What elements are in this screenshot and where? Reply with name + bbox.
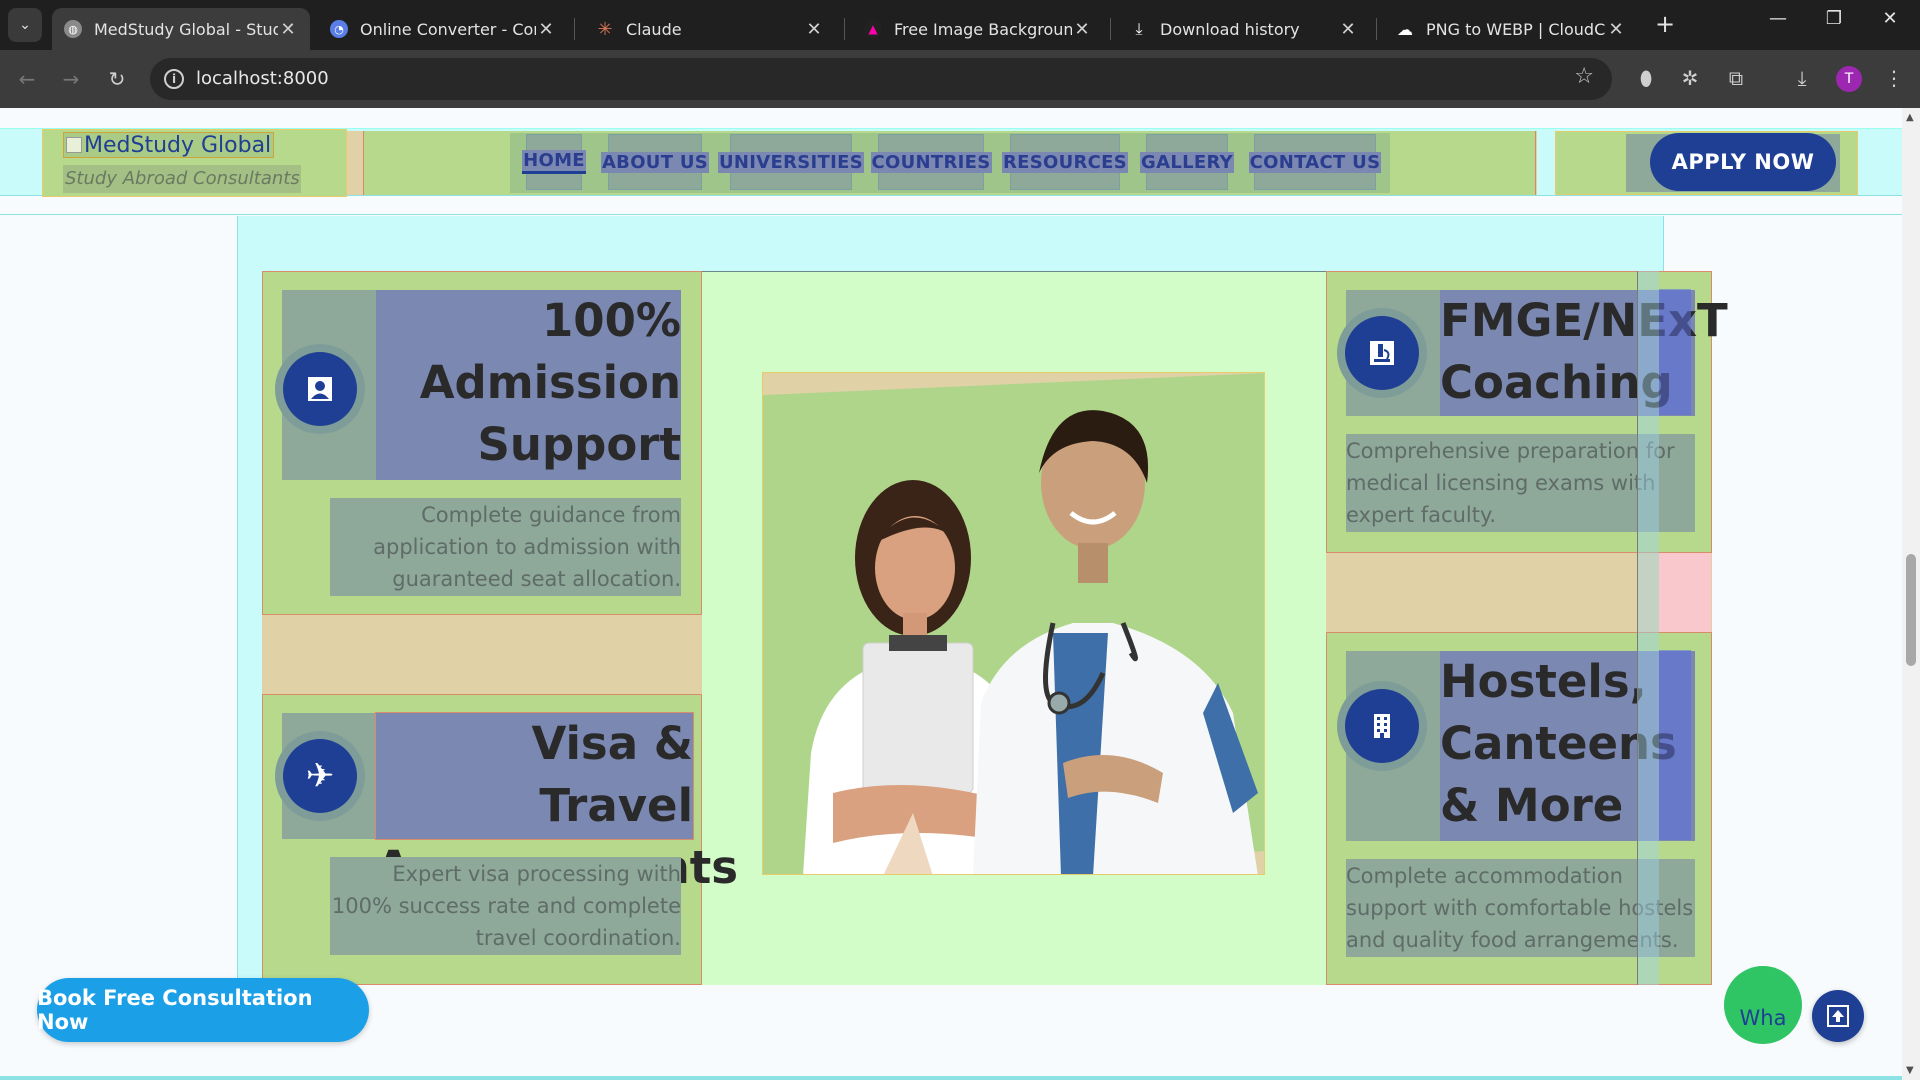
scrollbar-thumb[interactable] — [1906, 554, 1916, 666]
address-bar[interactable]: i localhost:8000 ☆ — [150, 58, 1612, 100]
tab-separator — [1376, 18, 1377, 40]
browser-tab-medstudy[interactable]: ◍ MedStudy Global - Study M ✕ — [52, 8, 310, 50]
new-tab-icon[interactable]: + — [1650, 10, 1680, 38]
download-icon: ⤓ — [1135, 19, 1143, 38]
browser-tab-bar: ⌄ ◍ MedStudy Global - Study M ✕ ◔ Online… — [0, 0, 1920, 50]
feature-title: 100% Admission Support — [376, 290, 681, 480]
nav-resources[interactable]: RESOURCES — [1001, 134, 1129, 190]
plane-icon: ✈ — [283, 739, 357, 813]
logo-alt-text: MedStudy Global — [84, 132, 272, 158]
downloads-icon[interactable]: ⤓ — [1788, 66, 1816, 90]
cloud-icon: ☁ — [1397, 19, 1413, 39]
browser-tab-claude[interactable]: ✳ Claude ✕ — [584, 8, 836, 50]
nav-universities[interactable]: UNIVERSITIES — [718, 134, 864, 190]
extension-puzzle-alt-icon[interactable]: ✲ — [1676, 66, 1704, 90]
tab-search-button[interactable]: ⌄ — [8, 8, 42, 42]
tab-title: Online Converter - Convert — [360, 19, 536, 39]
browser-tab-converter[interactable]: ◔ Online Converter - Convert ✕ — [318, 8, 568, 50]
tab-title: PNG to WEBP | CloudConv — [1426, 19, 1606, 39]
doctors-illustration — [763, 373, 1264, 874]
feature-card-visa: ✈ Visa & Travel Arrangements Expert visa… — [262, 694, 738, 985]
building-icon — [1345, 689, 1419, 763]
forward-icon[interactable]: → — [56, 64, 86, 94]
apply-now-button[interactable]: APPLY NOW — [1650, 133, 1836, 191]
whatsapp-button[interactable]: Wha — [1724, 966, 1802, 1044]
overflow-highlight-pink — [1659, 553, 1711, 632]
close-tab-icon[interactable]: ✕ — [536, 19, 556, 40]
tab-separator — [1110, 18, 1111, 40]
close-window-icon[interactable]: ✕ — [1870, 8, 1910, 29]
tab-title: Download history — [1160, 19, 1300, 39]
tab-separator — [574, 18, 575, 40]
logo-link[interactable]: MedStudy Global — [63, 132, 275, 158]
nav-gallery[interactable]: GALLERY — [1140, 134, 1234, 190]
tagline: Study Abroad Consultants — [63, 165, 301, 193]
feature-description: Expert visa processing with 100% success… — [330, 857, 681, 955]
nav-about-us[interactable]: ABOUT US — [600, 134, 710, 190]
browser-menu-icon[interactable]: ⋮ — [1880, 66, 1908, 90]
close-tab-icon[interactable]: ✕ — [1072, 19, 1092, 40]
whatsapp-alt-text: Wha — [1739, 1006, 1787, 1030]
site-header: MedStudy Global Study Abroad Consultants… — [0, 128, 1902, 197]
feature-title: Visa & Travel Arrangements — [375, 712, 738, 894]
feature-description: Complete guidance from application to ad… — [330, 498, 681, 596]
triangle-favicon-icon: ▲ — [864, 20, 882, 38]
converter-favicon-icon: ◔ — [330, 20, 348, 38]
close-tab-icon[interactable]: ✕ — [804, 19, 824, 40]
students-photo — [762, 372, 1265, 875]
nav-home[interactable]: HOME — [522, 134, 586, 190]
browser-tab-download-history[interactable]: ⤓ Download history ✕ — [1118, 8, 1370, 50]
nav-contact-us[interactable]: CONTACT US — [1248, 134, 1382, 190]
globe-icon: ◍ — [64, 20, 82, 38]
profile-avatar[interactable]: T — [1836, 66, 1862, 92]
back-to-top-button[interactable] — [1812, 990, 1864, 1042]
arrow-up-icon — [1827, 1005, 1849, 1027]
tab-separator — [844, 18, 845, 40]
extension-icon[interactable]: ⬮ — [1632, 66, 1660, 90]
overflow-highlight-blue — [1659, 289, 1691, 415]
scroll-down-icon[interactable]: ▼ — [1906, 1065, 1914, 1076]
page-bottom-border — [0, 1076, 1902, 1080]
minimize-icon[interactable]: — — [1758, 8, 1798, 29]
close-tab-icon[interactable]: ✕ — [1338, 19, 1358, 40]
icon-ring — [1337, 681, 1427, 771]
overflow-highlight-blue — [1659, 650, 1691, 840]
reload-icon[interactable]: ↻ — [102, 64, 132, 94]
icon-ring — [275, 344, 365, 434]
url-text: localhost:8000 — [196, 68, 329, 89]
page-scrollbar[interactable]: ▲ ▼ — [1902, 108, 1920, 1080]
section-divider — [0, 214, 1902, 215]
back-icon[interactable]: ← — [12, 64, 42, 94]
icon-ring: ✈ — [275, 731, 365, 821]
close-tab-icon[interactable]: ✕ — [278, 19, 298, 40]
broken-image-icon — [66, 137, 82, 153]
logo-area: MedStudy Global Study Abroad Consultants — [42, 129, 347, 197]
browser-tab-cloudconvert[interactable]: ☁ PNG to WEBP | CloudConv ✕ — [1384, 8, 1638, 50]
overflow-highlight — [1637, 271, 1659, 985]
extensions-icon[interactable]: ⧉ — [1722, 66, 1750, 90]
user-card-icon — [283, 352, 357, 426]
feature-card-admission: 100% Admission Support Complete guidance… — [262, 271, 702, 615]
bookmark-star-icon[interactable]: ☆ — [1574, 64, 1594, 89]
claude-favicon-icon: ✳ — [597, 18, 613, 40]
tab-title: Claude — [626, 19, 682, 39]
icon-ring — [1337, 308, 1427, 398]
site-info-icon[interactable]: i — [164, 69, 184, 89]
address-toolbar: ← → ↻ i localhost:8000 ☆ ⬮ ✲ ⧉ ⤓ ⋮ — [0, 50, 1920, 108]
close-tab-icon[interactable]: ✕ — [1606, 19, 1626, 40]
browser-tab-background-remover[interactable]: ▲ Free Image Background Re ✕ — [852, 8, 1104, 50]
restore-icon[interactable]: ❐ — [1814, 8, 1854, 29]
nav-countries[interactable]: COUNTRIES — [870, 134, 992, 190]
tab-title: Free Image Background Re — [894, 19, 1072, 39]
tab-title: MedStudy Global - Study M — [94, 19, 278, 39]
book-consultation-button[interactable]: Book Free Consultation Now — [37, 978, 369, 1042]
web-page: MedStudy Global Study Abroad Consultants… — [0, 108, 1902, 1080]
scroll-up-icon[interactable]: ▲ — [1906, 112, 1914, 123]
microscope-icon — [1345, 316, 1419, 390]
